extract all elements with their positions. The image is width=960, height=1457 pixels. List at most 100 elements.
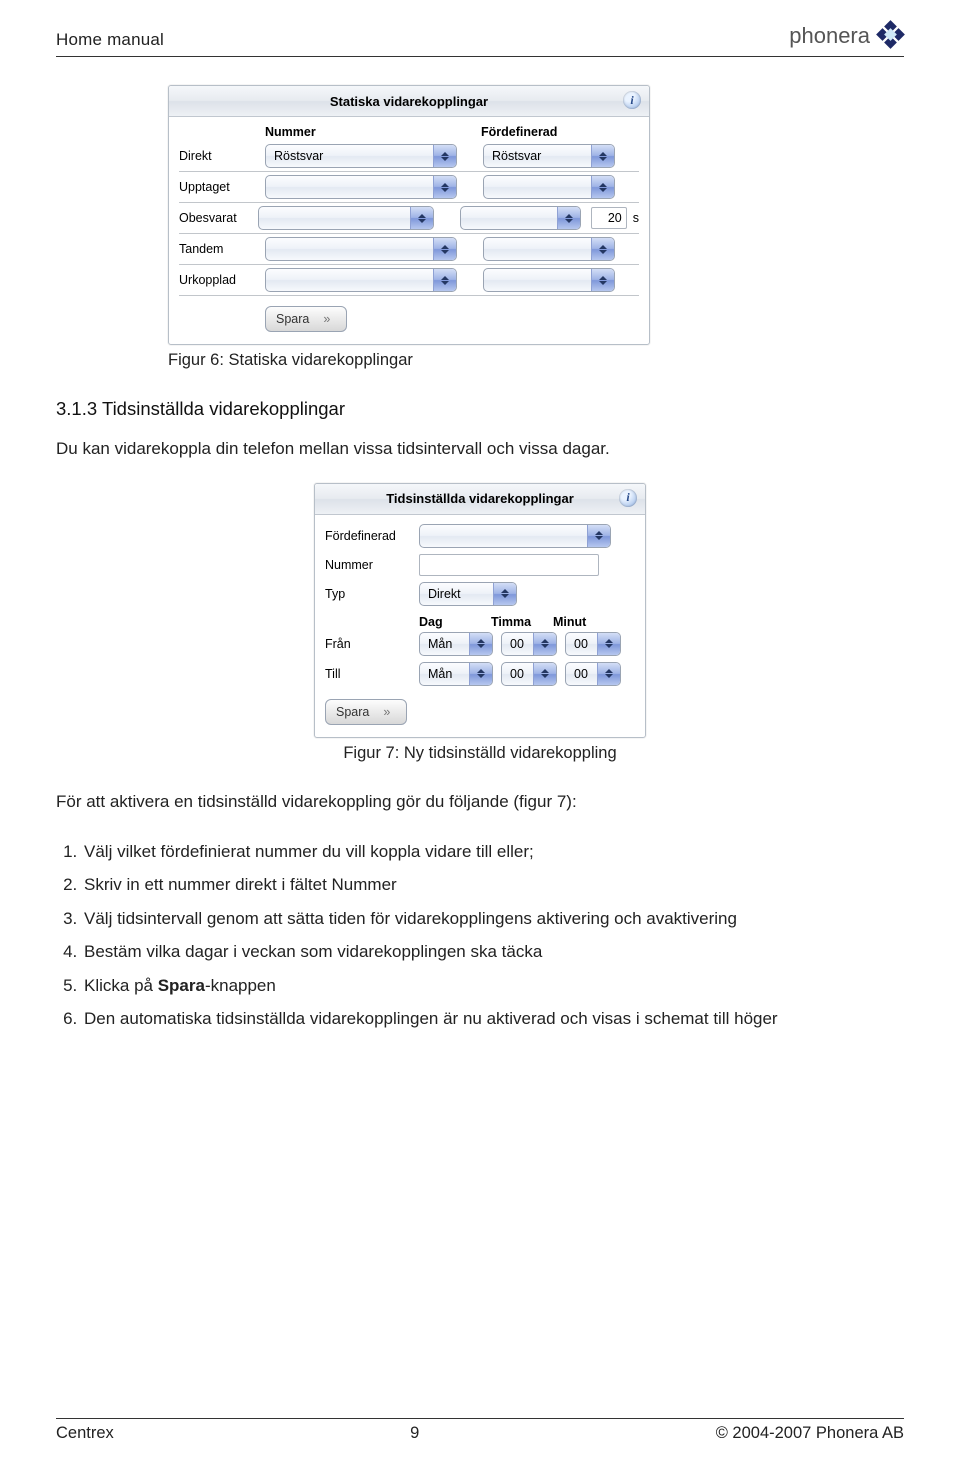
step-4: Bestäm vilka dagar i veckan som vidareko…	[82, 936, 904, 967]
footer-left: Centrex	[56, 1424, 114, 1443]
chevron-updown-icon	[433, 145, 456, 167]
direkt-fordef-dropdown[interactable]: Röstsvar	[483, 144, 615, 168]
chevron-updown-icon	[493, 583, 516, 605]
save-button[interactable]: Spara »	[265, 306, 347, 332]
label: Nummer	[325, 558, 419, 572]
nummer-input[interactable]	[419, 554, 599, 576]
fordefinerad-dropdown[interactable]	[419, 524, 611, 548]
upptaget-fordef-dropdown[interactable]	[483, 175, 615, 199]
to-hour-dropdown[interactable]: 00	[501, 662, 557, 686]
obesvarat-nummer-dropdown[interactable]	[258, 206, 434, 230]
label: Urkopplad	[179, 273, 265, 287]
from-hour-dropdown[interactable]: 00	[501, 632, 557, 656]
timed-forward-panel: Tidsinställda vidarekopplingar i Fördefi…	[314, 483, 646, 738]
col-fordefinerad: Fördefinerad	[481, 125, 557, 139]
row-upptaget: Upptaget	[179, 172, 639, 203]
label: Tandem	[179, 242, 265, 256]
step-3: Välj tidsintervall genom att sätta tiden…	[82, 903, 904, 934]
steps-list: Välj vilket fördefinierat nummer du vill…	[56, 836, 904, 1035]
label: Typ	[325, 587, 419, 601]
col-dag: Dag	[419, 615, 491, 629]
row-obesvarat: Obesvarat 20 s	[179, 203, 639, 234]
step-2: Skriv in ett nummer direkt i fältet Numm…	[82, 869, 904, 900]
section-heading: 3.1.3 Tidsinställda vidarekopplingar	[56, 398, 904, 420]
chevron-updown-icon	[591, 238, 614, 260]
col-nummer: Nummer	[265, 125, 481, 139]
urkopplad-fordef-dropdown[interactable]	[483, 268, 615, 292]
tandem-fordef-dropdown[interactable]	[483, 237, 615, 261]
figure-7-panel: Tidsinställda vidarekopplingar i Fördefi…	[56, 483, 904, 738]
save-label: Spara	[336, 705, 369, 719]
row-nummer: Nummer	[325, 551, 635, 579]
brand-logo-icon	[876, 22, 904, 50]
tandem-nummer-dropdown[interactable]	[265, 237, 457, 261]
figure-6-panel: Statiska vidarekopplingar i Nummer Förde…	[168, 85, 904, 345]
chevron-updown-icon	[433, 269, 456, 291]
chevron-updown-icon	[433, 176, 456, 198]
chevron-updown-icon	[533, 633, 556, 655]
chevron-updown-icon	[591, 176, 614, 198]
figure-7-caption: Figur 7: Ny tidsinställd vidarekoppling	[56, 744, 904, 763]
brand-text: phonera	[789, 23, 870, 49]
info-icon[interactable]: i	[623, 91, 641, 109]
save-label: Spara	[276, 312, 309, 326]
column-headers: Nummer Fördefinerad	[179, 125, 639, 141]
save-button[interactable]: Spara »	[325, 699, 407, 725]
chevron-updown-icon	[469, 633, 492, 655]
step-5: Klicka på Spara-knappen	[82, 970, 904, 1001]
label: Till	[325, 667, 419, 681]
chevron-updown-icon	[591, 269, 614, 291]
row-from: Från Mån 00 00	[325, 629, 635, 659]
step-1: Välj vilket fördefinierat nummer du vill…	[82, 836, 904, 867]
time-column-headers: Dag Timma Minut	[325, 615, 635, 629]
chevron-updown-icon	[469, 663, 492, 685]
section-intro: Du kan vidarekoppla din telefon mellan v…	[56, 438, 776, 461]
row-fordefinerad: Fördefinerad	[325, 521, 635, 551]
row-direkt: Direkt Röstsvar Röstsvar	[179, 141, 639, 172]
label: Fördefinerad	[325, 529, 419, 543]
page-header: Home manual phonera	[56, 22, 904, 57]
seconds-unit: s	[633, 211, 639, 225]
urkopplad-nummer-dropdown[interactable]	[265, 268, 457, 292]
brand: phonera	[789, 22, 904, 50]
doc-title: Home manual	[56, 30, 164, 50]
from-day-dropdown[interactable]: Mån	[419, 632, 493, 656]
panel-header: Tidsinställda vidarekopplingar i	[315, 484, 645, 515]
obesvarat-seconds-input[interactable]: 20	[591, 207, 627, 229]
chevron-updown-icon	[410, 207, 433, 229]
chevron-updown-icon	[587, 525, 610, 547]
chevron-updown-icon	[557, 207, 580, 229]
upptaget-nummer-dropdown[interactable]	[265, 175, 457, 199]
col-timma: Timma	[491, 615, 553, 629]
from-min-dropdown[interactable]: 00	[565, 632, 621, 656]
chevron-updown-icon	[597, 633, 620, 655]
label: Direkt	[179, 149, 265, 163]
row-tandem: Tandem	[179, 234, 639, 265]
chevron-updown-icon	[533, 663, 556, 685]
direkt-nummer-dropdown[interactable]: Röstsvar	[265, 144, 457, 168]
chevron-right-icon: »	[323, 312, 328, 326]
obesvarat-fordef-dropdown[interactable]	[460, 206, 581, 230]
panel-title: Statiska vidarekopplingar	[330, 94, 488, 109]
chevron-updown-icon	[591, 145, 614, 167]
footer-right: © 2004-2007 Phonera AB	[716, 1424, 904, 1443]
row-to: Till Mån 00 00	[325, 659, 635, 689]
static-forward-panel: Statiska vidarekopplingar i Nummer Förde…	[168, 85, 650, 345]
typ-dropdown[interactable]: Direkt	[419, 582, 517, 606]
page-number: 9	[410, 1424, 419, 1443]
chevron-right-icon: »	[383, 705, 388, 719]
to-day-dropdown[interactable]: Mån	[419, 662, 493, 686]
row-urkopplad: Urkopplad	[179, 265, 639, 296]
figure-6-caption: Figur 6: Statiska vidarekopplingar	[168, 351, 904, 370]
chevron-updown-icon	[597, 663, 620, 685]
to-min-dropdown[interactable]: 00	[565, 662, 621, 686]
row-typ: Typ Direkt	[325, 579, 635, 609]
page-footer: Centrex 9 © 2004-2007 Phonera AB	[56, 1418, 904, 1443]
label: Från	[325, 637, 419, 651]
col-minut: Minut	[553, 615, 586, 629]
label: Obesvarat	[179, 211, 258, 225]
chevron-updown-icon	[433, 238, 456, 260]
panel-title: Tidsinställda vidarekopplingar	[386, 491, 574, 506]
info-icon[interactable]: i	[619, 489, 637, 507]
label: Upptaget	[179, 180, 265, 194]
